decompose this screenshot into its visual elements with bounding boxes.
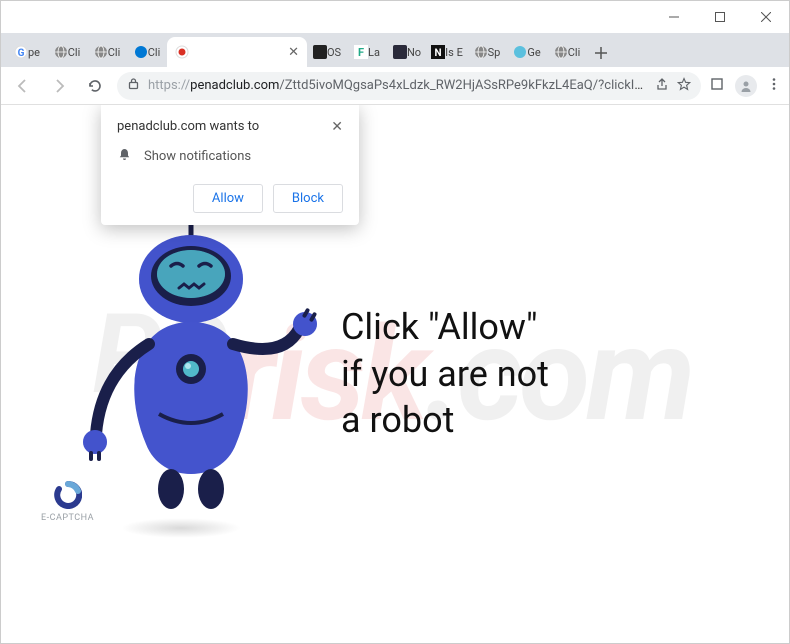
svg-text:F: F: [358, 46, 364, 59]
reload-icon: [87, 78, 103, 94]
tab-label: Cli: [108, 46, 121, 59]
page-content: PC risk .com penadclub.com wants to ✕ Sh…: [1, 105, 789, 643]
robot-shadow: [121, 518, 241, 538]
forward-button[interactable]: [45, 72, 73, 100]
captcha-icon: [54, 481, 82, 509]
globe-icon: [474, 45, 488, 59]
site-icon: N: [431, 45, 445, 59]
maximize-icon: [715, 12, 725, 22]
tab-5[interactable]: OS: [307, 37, 347, 67]
profile-avatar[interactable]: [735, 75, 757, 97]
tab-label: Sp: [488, 46, 501, 59]
captcha-badge: E-CAPTCHA: [41, 481, 94, 523]
tab-label: La: [368, 46, 380, 59]
message-line-2: if you are not: [341, 351, 549, 398]
tab-label: Ge: [527, 46, 540, 59]
recording-icon: [175, 45, 189, 59]
new-tab-button[interactable]: [587, 39, 615, 67]
tab-label: Cli: [68, 46, 81, 59]
svg-text:G: G: [18, 48, 25, 59]
window-maximize-button[interactable]: [697, 1, 743, 33]
browser-window: Gpe Cli Cli Cli ✕ OS FLa No NIs E Sp Ge …: [0, 0, 790, 644]
url-scheme: https://: [148, 78, 190, 93]
back-button[interactable]: [9, 72, 37, 100]
allow-button[interactable]: Allow: [193, 184, 263, 213]
arrow-right-icon: [51, 78, 67, 94]
tab-7[interactable]: No: [387, 37, 427, 67]
captcha-label: E-CAPTCHA: [41, 513, 94, 523]
toolbar: https://penadclub.com/Zttd5ivoMQgsaPs4xL…: [1, 67, 789, 105]
site-icon: [393, 45, 407, 59]
tab-label: No: [407, 46, 421, 59]
lock-icon: [127, 77, 140, 94]
tab-label: Cli: [568, 46, 581, 59]
globe-icon: [554, 45, 568, 59]
tab-9[interactable]: Sp: [467, 37, 507, 67]
tab-label: Is E: [445, 46, 463, 59]
tab-3[interactable]: Cli: [127, 37, 167, 67]
kebab-icon: [767, 77, 781, 91]
window-minimize-button[interactable]: [651, 1, 697, 33]
url-text: https://penadclub.com/Zttd5ivoMQgsaPs4xL…: [148, 78, 647, 93]
minimize-icon: [669, 12, 679, 22]
tab-strip: Gpe Cli Cli Cli ✕ OS FLa No NIs E Sp Ge …: [1, 33, 789, 67]
arrow-left-icon: [15, 78, 31, 94]
close-icon: [761, 12, 771, 22]
tab-11[interactable]: Cli: [547, 37, 587, 67]
google-icon: G: [14, 45, 28, 59]
bell-icon: [117, 147, 132, 166]
message-line-3: a robot: [341, 397, 549, 444]
url-path: /Zttd5ivoMQgsaPs4xLdzk_RW2HjASsRPe9kFkzL…: [279, 78, 647, 93]
address-bar[interactable]: https://penadclub.com/Zttd5ivoMQgsaPs4xL…: [117, 72, 701, 100]
block-button[interactable]: Block: [273, 184, 343, 213]
tab-label: OS: [327, 46, 341, 59]
tab-4-active[interactable]: ✕: [167, 37, 307, 67]
reload-button[interactable]: [81, 72, 109, 100]
site-icon: [313, 45, 327, 59]
permission-title: penadclub.com wants to: [117, 119, 259, 134]
url-domain: penadclub.com: [190, 78, 279, 93]
menu-button[interactable]: [767, 76, 781, 95]
tab-10[interactable]: Ge: [507, 37, 547, 67]
window-titlebar: [1, 1, 789, 33]
star-icon[interactable]: [677, 77, 691, 95]
globe-icon: [54, 45, 68, 59]
window-close-button[interactable]: [743, 1, 789, 33]
tab-label: pe: [28, 46, 40, 59]
tab-8[interactable]: NIs E: [427, 37, 467, 67]
svg-text:N: N: [435, 48, 442, 59]
site-icon: [513, 45, 527, 59]
permission-body: Show notifications: [144, 149, 251, 164]
person-icon: [739, 79, 753, 93]
extensions-icon[interactable]: [709, 76, 725, 96]
edge-icon: [134, 45, 148, 59]
message-line-1: Click "Allow": [341, 304, 549, 351]
toolbar-right: [709, 75, 781, 97]
permission-close-button[interactable]: ✕: [331, 119, 343, 135]
site-icon: F: [354, 45, 368, 59]
plus-icon: [595, 47, 607, 59]
tab-6[interactable]: F La: [347, 37, 387, 67]
tab-2[interactable]: Cli: [87, 37, 127, 67]
globe-icon: [94, 45, 108, 59]
share-icon[interactable]: [655, 77, 669, 95]
captcha-message: Click "Allow" if you are not a robot: [341, 304, 549, 444]
tab-close-button[interactable]: ✕: [288, 45, 299, 60]
tab-0[interactable]: Gpe: [7, 37, 47, 67]
tab-label: Cli: [148, 46, 161, 59]
tab-1[interactable]: Cli: [47, 37, 87, 67]
notification-permission-dialog: penadclub.com wants to ✕ Show notificati…: [101, 105, 359, 225]
